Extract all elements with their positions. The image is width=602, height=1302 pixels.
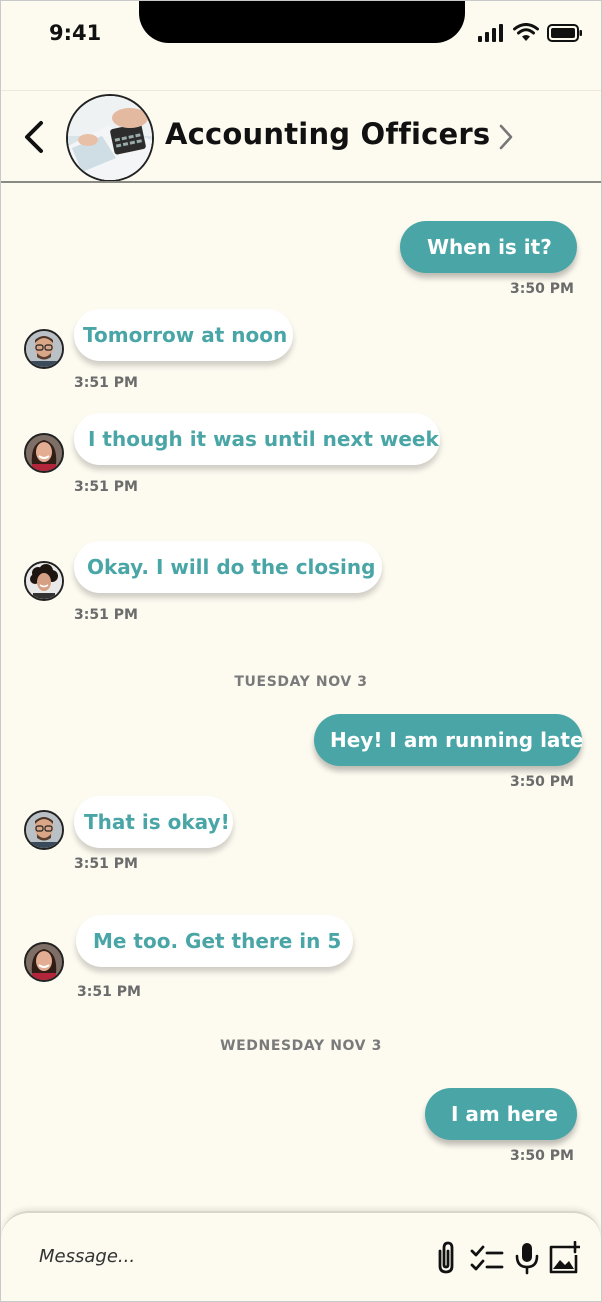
message-bubble-incoming[interactable]: Okay. I will do the closing	[74, 541, 382, 593]
message-bubble-outgoing[interactable]: I am here	[425, 1088, 577, 1140]
message-time: 3:50 PM	[510, 1148, 574, 1164]
message-text: Okay. I will do the closing	[87, 555, 376, 579]
avatar[interactable]	[24, 810, 64, 850]
message-time: 3:51 PM	[74, 856, 138, 872]
message-bubble-outgoing[interactable]: Hey! I am running late	[314, 714, 584, 766]
chat-header: Accounting Officers	[1, 91, 601, 182]
chat-title: Accounting Officers	[165, 117, 491, 151]
add-image-button[interactable]	[548, 1240, 582, 1275]
attach-button[interactable]	[430, 1241, 462, 1275]
wifi-icon	[513, 23, 539, 41]
message-text: Me too. Get there in 5	[93, 929, 342, 953]
message-text: I am here	[451, 1102, 558, 1126]
device-notch	[139, 1, 465, 43]
message-time: 3:51 PM	[74, 479, 138, 495]
chat-screen: 9:41 Accounting Officers When is it? 3:5…	[0, 0, 602, 1302]
message-bubble-outgoing[interactable]: When is it?	[400, 221, 577, 273]
microphone-icon	[515, 1243, 539, 1275]
checklist-button[interactable]	[470, 1241, 504, 1275]
message-bubble-incoming[interactable]: Tomorrow at noon	[74, 309, 293, 361]
message-input[interactable]	[37, 1245, 401, 1268]
group-avatar[interactable]	[66, 94, 154, 182]
message-bubble-incoming[interactable]: I though it was until next week	[74, 413, 440, 465]
woman-smiling-avatar	[26, 944, 62, 980]
status-time: 9:41	[49, 21, 102, 45]
message-time: 3:51 PM	[74, 375, 138, 391]
message-bubble-incoming[interactable]: Me too. Get there in 5	[76, 915, 353, 967]
message-time: 3:51 PM	[74, 607, 138, 623]
avatar[interactable]	[24, 942, 64, 982]
message-text: That is okay!	[84, 810, 230, 834]
chevron-left-icon	[25, 121, 43, 153]
checklist-icon	[470, 1245, 504, 1271]
chat-info-button[interactable]	[497, 123, 515, 155]
date-divider: WEDNESDAY NOV 3	[220, 1038, 382, 1054]
status-icons	[477, 23, 583, 42]
message-text: Hey! I am running late	[330, 728, 584, 752]
calculator-photo	[68, 96, 152, 180]
back-button[interactable]	[19, 119, 49, 155]
avatar[interactable]	[24, 433, 64, 473]
message-time: 3:51 PM	[77, 984, 141, 1000]
message-time: 3:50 PM	[510, 774, 574, 790]
header-divider	[1, 181, 601, 183]
message-text: When is it?	[427, 235, 552, 259]
message-text: I though it was until next week	[88, 427, 439, 451]
message-text: Tomorrow at noon	[83, 323, 288, 347]
date-divider: TUESDAY NOV 3	[234, 674, 368, 690]
message-composer	[1, 1211, 601, 1301]
man-with-glasses-avatar	[26, 812, 62, 848]
avatar[interactable]	[24, 561, 64, 601]
man-with-glasses-avatar	[26, 331, 62, 367]
avatar[interactable]	[24, 329, 64, 369]
curly-hair-person-avatar	[26, 563, 62, 599]
battery-icon	[547, 23, 582, 42]
add-image-icon	[549, 1240, 582, 1274]
chevron-right-icon	[499, 124, 513, 150]
woman-smiling-avatar	[26, 435, 62, 471]
cellular-signal-icon	[478, 23, 503, 42]
message-time: 3:50 PM	[510, 281, 574, 297]
voice-message-button[interactable]	[511, 1241, 543, 1275]
paperclip-icon	[438, 1241, 454, 1274]
message-bubble-incoming[interactable]: That is okay!	[74, 796, 233, 848]
